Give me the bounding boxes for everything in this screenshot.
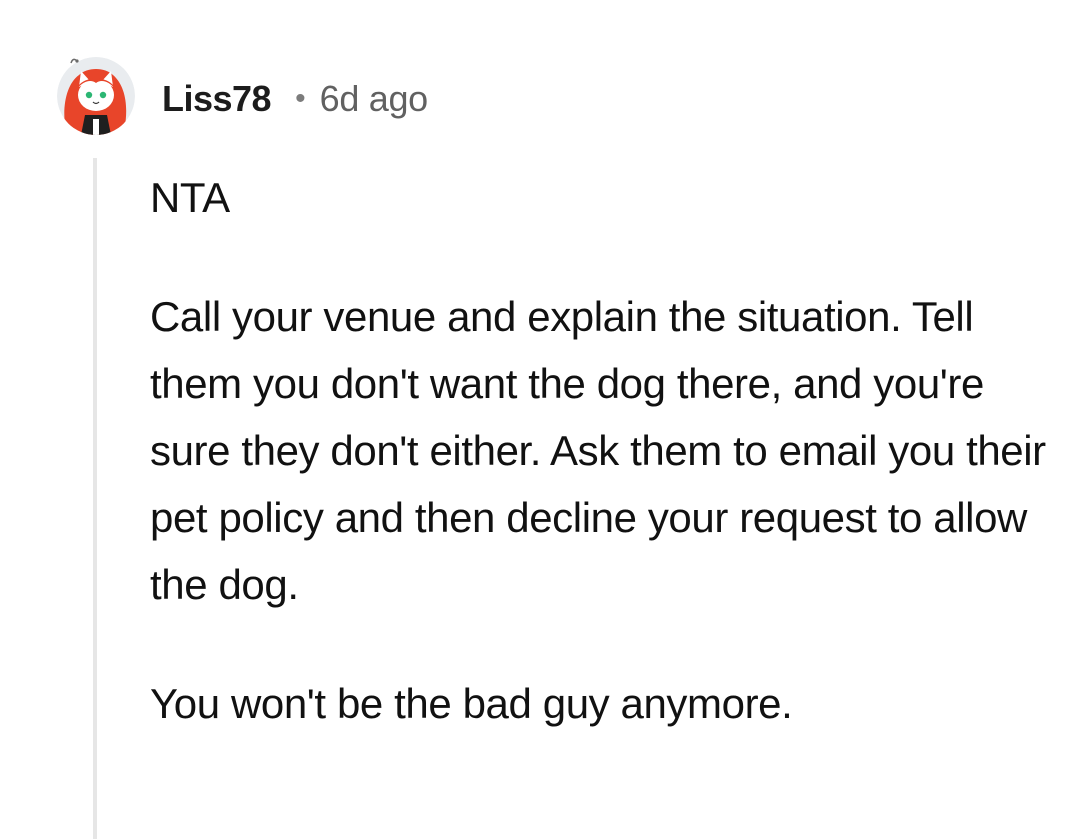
comment-timestamp: 6d ago [319, 78, 429, 119]
cat-avatar-icon [57, 57, 135, 135]
comment-body: NTA Call your venue and explain the situ… [150, 164, 1050, 737]
meta-separator: • [295, 82, 306, 115]
comment-paragraph: Call your venue and explain the situatio… [150, 293, 1046, 608]
comment-paragraph: You won't be the bad guy anymore. [150, 680, 793, 727]
comment-paragraph: NTA [150, 174, 230, 221]
user-avatar[interactable] [57, 57, 135, 135]
comment-header: Liss78 • 6d ago [162, 74, 428, 124]
thread-collapse-line[interactable] [93, 158, 97, 839]
comment: Liss78 • 6d ago NTA Call your venue and … [0, 0, 1080, 839]
username-link[interactable]: Liss78 [162, 78, 272, 120]
